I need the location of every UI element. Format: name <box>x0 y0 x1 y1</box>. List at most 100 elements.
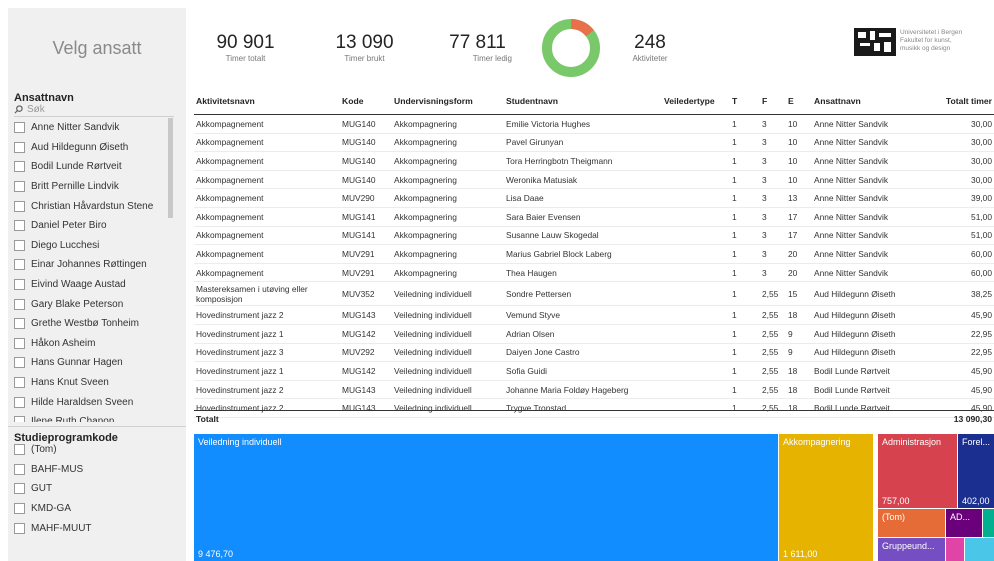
checkbox[interactable] <box>14 298 25 310</box>
table-row[interactable]: Akkompagnement MUV290 Akkompagnering Lisa D… <box>194 188 994 208</box>
employee-item[interactable]: Aud Hildegunn Øiseth <box>14 138 172 158</box>
column-header[interactable]: T <box>730 88 760 115</box>
table-cell: 1 <box>730 226 760 246</box>
employee-item-label: Aud Hildegunn Øiseth <box>31 141 129 153</box>
employee-item[interactable]: Christian Håvardstun Stene <box>14 196 172 216</box>
treemap-tile-veiledning[interactable]: Veiledning individuell 9 476,70 <box>194 434 778 561</box>
table-row[interactable]: Akkompagnement MUG141 Akkompagnering Susann… <box>194 226 994 246</box>
table-row[interactable]: Akkompagnement MUG141 Akkompagnering Sara B… <box>194 207 994 227</box>
checkbox[interactable] <box>14 141 25 153</box>
checkbox[interactable] <box>14 122 25 134</box>
treemap-tile-akkompagnering[interactable]: Akkompagnering 1 611,00 <box>779 434 873 561</box>
column-header[interactable]: Veiledertype <box>662 88 730 115</box>
employee-item-label: Anne Nitter Sandvik <box>31 122 120 134</box>
checkbox[interactable] <box>14 318 25 330</box>
table-cell: Lisa Daae <box>504 188 662 208</box>
kpi-used: 13 090 Timer brukt <box>322 32 407 63</box>
employee-item[interactable]: Diego Lucchesi <box>14 236 172 256</box>
table-row[interactable]: Hovedinstrument jazz 1 MUG142 Veiledning i… <box>194 361 994 381</box>
search-input[interactable]: Søk <box>27 104 45 115</box>
table-row[interactable]: Hovedinstrument jazz 2 MUG143 Veiledning i… <box>194 380 994 400</box>
employee-item[interactable]: Eivind Waage Austad <box>14 275 172 295</box>
table-row[interactable]: Akkompagnement MUG140 Akkompagnering Pavel … <box>194 133 994 153</box>
checkbox[interactable] <box>14 483 25 495</box>
employee-item[interactable]: Hilde Haraldsen Sveen <box>14 392 172 412</box>
table-cell <box>662 361 730 381</box>
employee-item[interactable]: Britt Pernille Lindvik <box>14 177 172 197</box>
checkbox[interactable] <box>14 181 25 193</box>
checkbox[interactable] <box>14 200 25 212</box>
employee-item[interactable]: Gary Blake Peterson <box>14 294 172 314</box>
treemap-tile-small-2[interactable] <box>946 538 964 561</box>
checkbox[interactable] <box>14 503 25 515</box>
treemap-tile-tom[interactable]: (Tom) <box>878 509 945 537</box>
employee-item[interactable]: Einar Johannes Røttingen <box>14 255 172 275</box>
table-cell: Hovedinstrument jazz 2 <box>194 305 340 325</box>
treemap-tile-administrasjon[interactable]: Administrasjon 757,00 <box>878 434 957 508</box>
table-row[interactable]: Hovedinstrument jazz 2 MUG143 Veiledning i… <box>194 305 994 325</box>
employee-item[interactable]: Anne Nitter Sandvik <box>14 118 172 138</box>
program-item[interactable]: MAHF-MUUT <box>14 518 172 538</box>
table-cell: Akkompagnement <box>194 133 340 153</box>
checkbox[interactable] <box>14 444 25 456</box>
employee-item[interactable]: Hans Knut Sveen <box>14 373 172 393</box>
table-row[interactable]: Mastereksamen i utøving eller komposisjo… <box>194 281 994 307</box>
treemap-tile-gruppeundervisning[interactable]: Gruppeund... <box>878 538 945 561</box>
table-cell: 10 <box>786 133 812 153</box>
treemap-tile-ad[interactable]: AD... <box>946 509 982 537</box>
employee-item[interactable]: Hans Gunnar Hagen <box>14 353 172 373</box>
table-cell: Hovedinstrument jazz 2 <box>194 380 340 400</box>
checkbox[interactable] <box>14 396 25 408</box>
employee-item[interactable]: Bodil Lunde Rørtveit <box>14 157 172 177</box>
checkbox[interactable] <box>14 279 25 291</box>
table-cell: MUV292 <box>340 343 392 363</box>
checkbox[interactable] <box>14 259 25 271</box>
checkbox[interactable] <box>14 522 25 534</box>
column-header[interactable]: Studentnavn <box>504 88 662 115</box>
table-row[interactable]: Hovedinstrument jazz 1 MUG142 Veiledning i… <box>194 324 994 344</box>
checkbox[interactable] <box>14 357 25 369</box>
table-cell: 1 <box>730 207 760 227</box>
treemap-tile-forel[interactable]: Forel... 402,00 <box>958 434 994 508</box>
treemap-tile-small-3[interactable] <box>965 538 994 561</box>
checkbox[interactable] <box>14 377 25 389</box>
program-item[interactable]: GUT <box>14 479 172 499</box>
donut-chart[interactable] <box>541 18 601 78</box>
employee-item-label: Diego Lucchesi <box>31 239 100 251</box>
employee-item[interactable]: Daniel Peter Biro <box>14 216 172 236</box>
table-cell <box>662 114 730 134</box>
column-header[interactable]: Kode <box>340 88 392 115</box>
column-header[interactable]: Undervisningsform <box>392 88 504 115</box>
kpi-activities: 248 Aktiviteter <box>615 32 685 63</box>
employee-item[interactable]: Ilene Ruth Chanon <box>14 412 172 422</box>
column-header[interactable]: Totalt timer <box>924 88 994 115</box>
checkbox[interactable] <box>14 416 25 422</box>
employee-item[interactable]: Grethe Westbø Tonheim <box>14 314 172 334</box>
employee-search[interactable]: Søk <box>14 102 174 117</box>
checkbox[interactable] <box>14 239 25 251</box>
table-cell: Akkompagnement <box>194 244 340 264</box>
column-header[interactable]: Aktivitetsnavn <box>194 88 340 115</box>
table-row[interactable]: Hovedinstrument jazz 3 MUV292 Veiledning i… <box>194 343 994 363</box>
treemap-tile-small-1[interactable] <box>983 509 994 537</box>
table-row[interactable]: Akkompagnement MUG140 Akkompagnering Tora H… <box>194 151 994 171</box>
table-row[interactable]: Akkompagnement MUG140 Akkompagnering Weroni… <box>194 170 994 190</box>
checkbox[interactable] <box>14 463 25 475</box>
program-item[interactable]: (Tom) <box>14 440 172 460</box>
table-row[interactable]: Akkompagnement MUV291 Akkompagnering Marius… <box>194 244 994 264</box>
checkbox[interactable] <box>14 220 25 232</box>
table-row[interactable]: Akkompagnement MUV291 Akkompagnering Thea H… <box>194 263 994 283</box>
checkbox[interactable] <box>14 337 25 349</box>
table-cell: 1 <box>730 361 760 381</box>
program-item[interactable]: KMD-GA <box>14 499 172 519</box>
table-cell <box>662 263 730 283</box>
employee-list-scrollbar[interactable] <box>168 118 173 218</box>
program-item[interactable]: BAHF-MUS <box>14 460 172 480</box>
table-cell: 1 <box>730 281 760 307</box>
table-row[interactable]: Akkompagnement MUG140 Akkompagnering Emilie… <box>194 114 994 134</box>
column-header[interactable]: E <box>786 88 812 115</box>
employee-item[interactable]: Håkon Asheim <box>14 334 172 354</box>
column-header[interactable]: Ansattnavn <box>812 88 924 115</box>
checkbox[interactable] <box>14 161 25 173</box>
column-header[interactable]: F <box>760 88 786 115</box>
